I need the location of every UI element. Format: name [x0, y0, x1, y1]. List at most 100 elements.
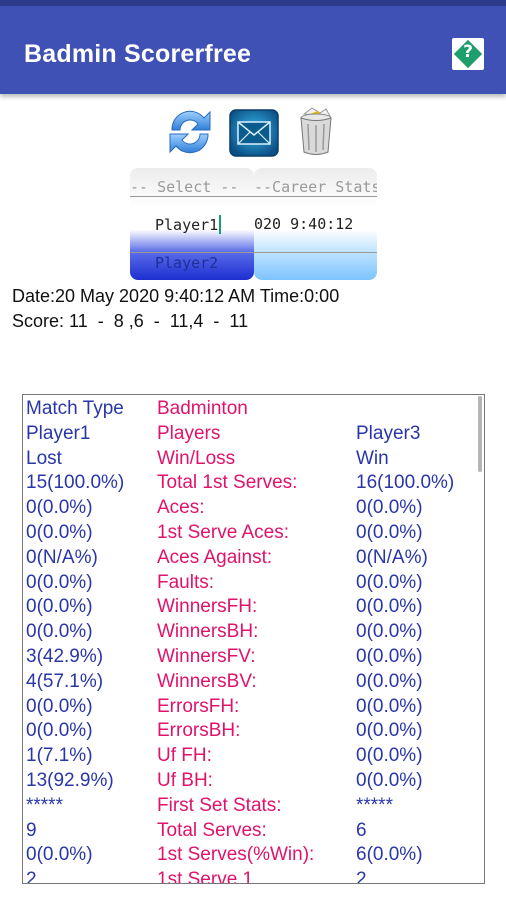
stat-label: Badminton: [157, 398, 248, 419]
stat-player1-value: Match Type: [26, 398, 124, 419]
stat-player3-value: 0(0.0%): [356, 695, 423, 717]
stat-player1-value: Lost: [26, 447, 62, 469]
trash-icon: [300, 107, 332, 155]
stat-player3-value: 0(0.0%): [356, 621, 423, 643]
picker-divider: [254, 252, 377, 253]
stat-row: 9 Total Serves: 6: [23, 820, 484, 845]
stat-row: Player1 Players Player3: [23, 423, 484, 448]
stat-player1-value: 0(0.0%): [26, 596, 93, 618]
stat-label: 1st Serves(%Win):: [157, 844, 315, 866]
app-title: Badmin Scorerfree: [24, 40, 252, 68]
stat-row: 0(0.0%) ErrorsBH: 0(0.0%): [23, 720, 484, 745]
match-date: Date:20 May 2020 9:40:12 AM Time:0:00: [12, 286, 340, 306]
stat-label: WinnersFH:: [157, 596, 258, 618]
stat-player3-value: 0(0.0%): [356, 770, 423, 791]
stat-label: Total Serves:: [157, 819, 267, 841]
app-bar: Badmin Scorerfree ?: [0, 6, 506, 94]
stat-player3-value: Win: [356, 447, 389, 469]
stat-label: WinnersBH:: [157, 621, 259, 643]
stat-row: 2 1st Serve 1 2: [23, 869, 484, 884]
stat-player3-value: 0(0.0%): [356, 670, 423, 692]
envelope-icon: [229, 109, 279, 157]
stat-row: 1(7.1%) Uf FH: 0(0.0%): [23, 745, 484, 770]
stat-label: Total 1st Serves:: [157, 472, 298, 494]
stat-row: ***** First Set Stats: *****: [23, 795, 484, 820]
stat-player1-value: 0(0.0%): [26, 522, 93, 543]
stat-label: ErrorsFH:: [157, 695, 240, 717]
stat-player3-value: 6(0.0%): [356, 844, 423, 866]
stat-player1-value: 4(57.1%): [26, 670, 104, 692]
picker-selected-match[interactable]: 020 9:40:12: [254, 215, 377, 233]
picker-option-career-stats[interactable]: --Career Stats: [254, 178, 377, 196]
stat-player1-value: 0(0.0%): [26, 621, 93, 643]
refresh-icon: [169, 110, 211, 154]
stat-row: 0(0.0%) ErrorsFH: 0(0.0%): [23, 696, 484, 721]
match-score: Score: 11 - 8 ,6 - 11,4 - 11: [12, 311, 249, 331]
stat-player1-value: Player1: [26, 422, 91, 444]
stat-row: 0(0.0%) 1st Serves(%Win): 6(0.0%): [23, 844, 484, 869]
stat-row: 0(0.0%) WinnersFH: 0(0.0%): [23, 596, 484, 621]
stat-row: 0(0.0%) Aces: 0(0.0%): [23, 497, 484, 522]
stat-label: 1st Serve Aces:: [157, 522, 290, 543]
stat-row: 15(100.0%) Total 1st Serves: 16(100.0%): [23, 472, 484, 497]
delete-button[interactable]: [290, 104, 342, 160]
stat-player3-value: 0(0.0%): [356, 571, 423, 593]
stat-row: 4(57.1%) WinnersBV: 0(0.0%): [23, 671, 484, 696]
text-cursor: [219, 215, 222, 234]
stat-row: 3(42.9%) WinnersFV: 0(0.0%): [23, 646, 484, 671]
stat-player1-value: 0(0.0%): [26, 571, 93, 593]
stat-player3-value: 2: [356, 869, 367, 884]
stat-label: Aces Against:: [157, 546, 273, 568]
player-picker[interactable]: -- Select -- Player1 Player2: [130, 168, 254, 280]
stat-label: Aces:: [157, 497, 205, 519]
stat-player3-value: *****: [356, 794, 393, 816]
picker-divider: [130, 196, 254, 197]
stat-player3-value: 0(N/A%): [356, 546, 428, 568]
stat-player1-value: 13(92.9%): [26, 770, 114, 791]
stats-table[interactable]: Match Type Badminton Player1 Players Player3…: [22, 394, 485, 884]
picker-selected-player[interactable]: Player1: [155, 215, 222, 234]
stat-player1-value: 0(N/A%): [26, 546, 98, 568]
stat-player3-value: 6: [356, 819, 367, 841]
stat-row: 0(0.0%) WinnersBH: 0(0.0%): [23, 621, 484, 646]
stat-player3-value: 0(0.0%): [356, 522, 423, 543]
help-button[interactable]: ?: [452, 38, 484, 70]
stat-player3-value: Player3: [356, 422, 421, 444]
stat-player3-value: 0(0.0%): [356, 497, 423, 519]
stat-label: WinnersFV:: [157, 646, 256, 667]
stat-player1-value: 2: [26, 869, 37, 884]
stat-player1-value: 15(100.0%): [26, 472, 125, 494]
stat-player1-value: 0(0.0%): [26, 497, 93, 519]
email-button[interactable]: [228, 104, 280, 160]
stats-picker[interactable]: --Career Stats 020 9:40:12: [254, 168, 377, 280]
picker-divider: [130, 252, 254, 253]
stat-player1-value: 3(42.9%): [26, 646, 104, 667]
stat-row: 13(92.9%) Uf BH: 0(0.0%): [23, 770, 484, 795]
picker-divider: [254, 196, 377, 197]
refresh-button[interactable]: [164, 104, 216, 160]
stat-player3-value: 16(100.0%): [356, 472, 455, 494]
stat-label: Faults:: [157, 571, 215, 593]
stat-label: 1st Serve 1: [157, 869, 254, 884]
stat-player1-value: 0(0.0%): [26, 844, 93, 866]
stat-player1-value: 9: [26, 819, 37, 841]
stats-scrollbar[interactable]: [478, 396, 482, 472]
stat-row: 0(0.0%) 1st Serve Aces: 0(0.0%): [23, 522, 484, 547]
stat-label: Uf BH:: [157, 770, 213, 791]
stat-player3-value: 0(0.0%): [356, 646, 423, 667]
stat-player1-value: *****: [26, 794, 63, 816]
stat-row: Match Type Badminton: [23, 398, 484, 423]
stat-player3-value: 0(0.0%): [356, 720, 423, 742]
stat-row: 0(0.0%) Faults: 0(0.0%): [23, 572, 484, 597]
stat-label: Players: [157, 422, 221, 444]
stat-label: ErrorsBH:: [157, 720, 241, 742]
stat-player3-value: 0(0.0%): [356, 596, 423, 618]
stat-player3-value: 0(0.0%): [356, 745, 423, 767]
stat-label: First Set Stats:: [157, 794, 282, 816]
stat-label: WinnersBV:: [157, 670, 257, 692]
help-symbol: ?: [463, 42, 473, 62]
picker-option-select[interactable]: -- Select --: [130, 178, 254, 196]
picker-option-player2[interactable]: Player2: [155, 254, 218, 272]
stat-row: 0(N/A%) Aces Against: 0(N/A%): [23, 547, 484, 572]
stat-player1-value: 0(0.0%): [26, 720, 93, 742]
